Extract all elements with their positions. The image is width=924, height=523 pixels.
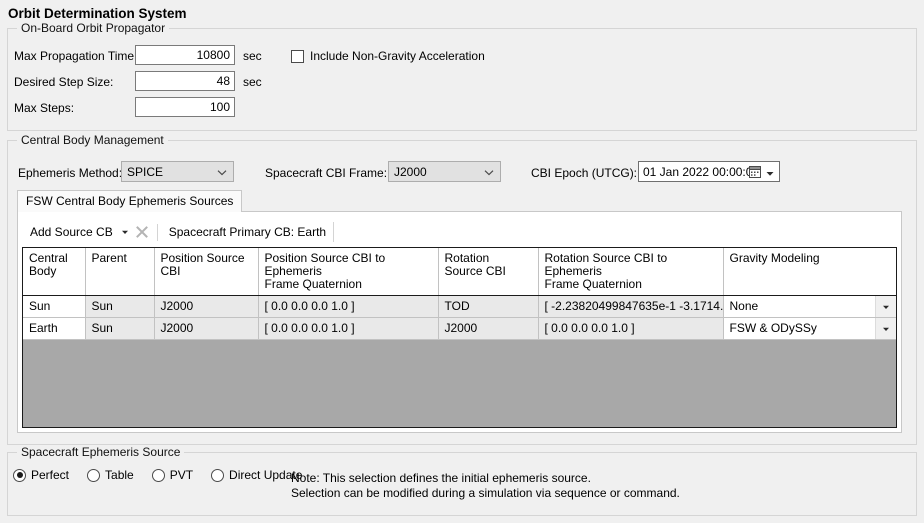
add-source-cb-dropdown-arrow-icon[interactable] [119, 228, 131, 236]
radio-label-pvt: PVT [170, 468, 193, 482]
table: Central Body Parent Position Source CBI … [23, 248, 896, 340]
radio-direct-update[interactable]: Direct Update [211, 468, 302, 482]
col-header-rotation-source-cbi[interactable]: Rotation Source CBI [438, 248, 538, 296]
col-header-parent[interactable]: Parent [85, 248, 154, 296]
group-title-central-body: Central Body Management [17, 133, 168, 147]
ephemeris-method-value: SPICE [127, 165, 163, 179]
radio-indicator-icon [152, 469, 165, 482]
cell-position-source-cbi[interactable]: J2000 [154, 296, 258, 318]
max-steps-input[interactable] [135, 97, 235, 117]
label-max-steps: Max Steps: [14, 101, 74, 115]
radio-indicator-icon [211, 469, 224, 482]
unit-desired-step-size: sec [243, 75, 262, 89]
cell-gravity-modeling[interactable]: None [723, 296, 896, 318]
checkbox-box-icon [291, 50, 304, 63]
ephemeris-method-select[interactable]: SPICE [121, 161, 234, 182]
chevron-down-icon[interactable] [875, 296, 896, 317]
col-header-rotation-quaternion[interactable]: Rotation Source CBI to Ephemeris Frame Q… [538, 248, 723, 296]
radio-label-table: Table [105, 468, 134, 482]
unit-max-propagation-time: sec [243, 49, 262, 63]
col-header-central-body[interactable]: Central Body [23, 248, 85, 296]
label-ephemeris-method: Ephemeris Method: [18, 166, 122, 180]
chevron-down-icon[interactable] [875, 318, 896, 339]
ephemeris-sources-table[interactable]: Central Body Parent Position Source CBI … [22, 247, 897, 428]
cell-rotation-source-cbi[interactable]: J2000 [438, 318, 538, 340]
radio-table[interactable]: Table [87, 468, 134, 482]
cell-position-source-cbi[interactable]: J2000 [154, 318, 258, 340]
col-header-position-quaternion[interactable]: Position Source CBI to Ephemeris Frame Q… [258, 248, 438, 296]
ephemeris-source-note-line1: Note: This selection defines the initial… [291, 471, 591, 486]
cell-parent[interactable]: Sun [85, 318, 154, 340]
ephemeris-source-note-line2: Selection can be modified during a simul… [291, 486, 680, 501]
max-propagation-time-input[interactable] [135, 45, 235, 65]
label-spacecraft-cbi-frame: Spacecraft CBI Frame: [265, 166, 387, 180]
col-header-gravity-modeling[interactable]: Gravity Modeling [723, 248, 896, 296]
spacecraft-primary-cb-label: Spacecraft Primary CB: Earth [162, 222, 334, 242]
cbi-epoch-value: 01 Jan 2022 00:00:00 [643, 165, 759, 179]
label-max-propagation-time: Max Propagation Time: [14, 49, 137, 63]
label-cbi-epoch: CBI Epoch (UTCG): [531, 166, 637, 180]
spacecraft-cbi-frame-value: J2000 [394, 165, 427, 179]
spacecraft-cbi-frame-select[interactable]: J2000 [388, 161, 501, 182]
include-non-gravity-acceleration-checkbox[interactable]: Include Non-Gravity Acceleration [291, 49, 485, 63]
col-header-position-source-cbi[interactable]: Position Source CBI [154, 248, 258, 296]
add-source-cb-button[interactable]: Add Source CB [22, 222, 119, 242]
gravity-modeling-value: FSW & ODySSy [730, 320, 817, 337]
cell-rotation-quaternion[interactable]: [ -2.23820499847635e-1 -3.1714... [538, 296, 723, 318]
table-header-row: Central Body Parent Position Source CBI … [23, 248, 896, 296]
toolbar-separator [157, 224, 158, 241]
tab-fsw-central-body-ephemeris-sources[interactable]: FSW Central Body Ephemeris Sources [17, 190, 242, 212]
group-title-propagator: On-Board Orbit Propagator [17, 21, 169, 35]
ephemeris-source-radio-group: Perfect Table PVT Direct Update [13, 468, 320, 482]
radio-pvt[interactable]: PVT [152, 468, 193, 482]
cell-rotation-quaternion[interactable]: [ 0.0 0.0 0.0 1.0 ] [538, 318, 723, 340]
chevron-down-icon[interactable] [765, 167, 774, 176]
radio-indicator-icon [87, 469, 100, 482]
page-title: Orbit Determination System [0, 0, 924, 23]
cbi-epoch-datetime-picker[interactable]: 01 Jan 2022 00:00:00 [638, 161, 780, 182]
cell-central-body[interactable]: Sun [23, 296, 85, 318]
ephemeris-sources-toolbar: Add Source CB Spacecraft Primary CB: Ear… [22, 221, 334, 243]
cell-position-quaternion[interactable]: [ 0.0 0.0 0.0 1.0 ] [258, 296, 438, 318]
radio-perfect[interactable]: Perfect [13, 468, 69, 482]
desired-step-size-input[interactable] [135, 71, 235, 91]
tab-label: FSW Central Body Ephemeris Sources [26, 194, 233, 208]
cell-rotation-source-cbi[interactable]: TOD [438, 296, 538, 318]
cell-gravity-modeling[interactable]: FSW & ODySSy [723, 318, 896, 340]
table-row[interactable]: Earth Sun J2000 [ 0.0 0.0 0.0 1.0 ] J200… [23, 318, 896, 340]
table-row[interactable]: Sun Sun J2000 [ 0.0 0.0 0.0 1.0 ] TOD [ … [23, 296, 896, 318]
calendar-icon [749, 166, 761, 178]
chevron-down-icon [217, 167, 226, 176]
group-title-ephemeris-source: Spacecraft Ephemeris Source [17, 445, 184, 459]
radio-indicator-icon [13, 469, 26, 482]
include-non-gravity-acceleration-label: Include Non-Gravity Acceleration [310, 49, 485, 63]
cell-parent[interactable]: Sun [85, 296, 154, 318]
cell-position-quaternion[interactable]: [ 0.0 0.0 0.0 1.0 ] [258, 318, 438, 340]
delete-source-cb-button[interactable] [131, 226, 153, 238]
label-desired-step-size: Desired Step Size: [14, 75, 113, 89]
chevron-down-icon [484, 167, 493, 176]
gravity-modeling-value: None [730, 298, 759, 315]
cell-central-body[interactable]: Earth [23, 318, 85, 340]
radio-label-perfect: Perfect [31, 468, 69, 482]
